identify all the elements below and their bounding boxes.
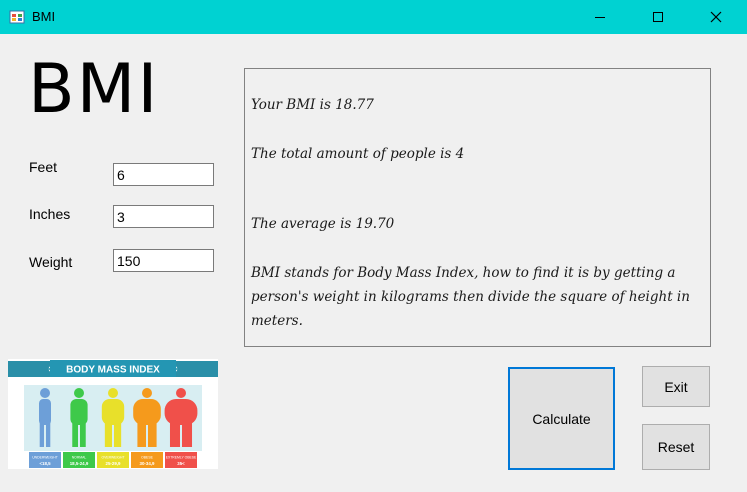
feet-label: Feet	[29, 159, 58, 175]
weight-input[interactable]	[113, 249, 214, 272]
bmi-category-range: <18,5	[39, 461, 51, 466]
bmi-heading: BMI	[28, 50, 160, 129]
feet-input[interactable]	[113, 163, 214, 186]
minimize-icon	[595, 17, 605, 18]
minimize-button[interactable]	[571, 0, 629, 34]
bmi-chart-image: BODY MASS INDEX UNDERWEIGHT <18,5 NORMAL 18…	[8, 359, 218, 469]
maximize-icon	[653, 12, 663, 22]
bmi-chart-graphic: BODY MASS INDEX UNDERWEIGHT<18,5 NORMAL18…	[8, 360, 218, 468]
people-count-text: The total amount of people is 4	[251, 146, 465, 162]
bmi-category-label: OVERWEIGHT	[101, 456, 124, 460]
bmi-category-label: UNDERWEIGHT	[32, 456, 58, 460]
inches-input[interactable]	[113, 205, 214, 228]
bmi-result-text: Your BMI is 18.77	[251, 97, 374, 113]
exit-button[interactable]: Exit	[642, 366, 710, 407]
result-output-panel: Your BMI is 18.77 The total amount of pe…	[244, 68, 711, 347]
bmi-category-range: 18,5-24,9	[70, 461, 89, 466]
bmi-category-label: OBESE	[141, 456, 153, 460]
bmi-category-range: 25-29,9	[106, 461, 121, 466]
close-button[interactable]	[687, 0, 745, 34]
calculate-button[interactable]: Calculate	[508, 367, 615, 470]
app-icon	[9, 10, 25, 24]
title-bar[interactable]: BMI	[0, 0, 747, 34]
window-title: BMI	[32, 9, 56, 24]
bmi-category-range: 35<	[177, 461, 185, 466]
bmi-category-range: 30-34,9	[140, 461, 155, 466]
bmi-description-text: BMI stands for Body Mass Index, how to f…	[251, 265, 690, 329]
inches-label: Inches	[29, 206, 71, 222]
bmi-chart-banner: BODY MASS INDEX	[66, 365, 160, 376]
bmi-category-label: NORMAL	[72, 456, 87, 460]
maximize-button[interactable]	[629, 0, 687, 34]
average-text: The average is 19.70	[251, 216, 395, 232]
weight-label: Weight	[29, 254, 73, 270]
close-icon	[710, 11, 722, 23]
reset-button[interactable]: Reset	[642, 424, 710, 470]
bmi-category-label: EXTREMLY OBESE	[166, 456, 197, 460]
